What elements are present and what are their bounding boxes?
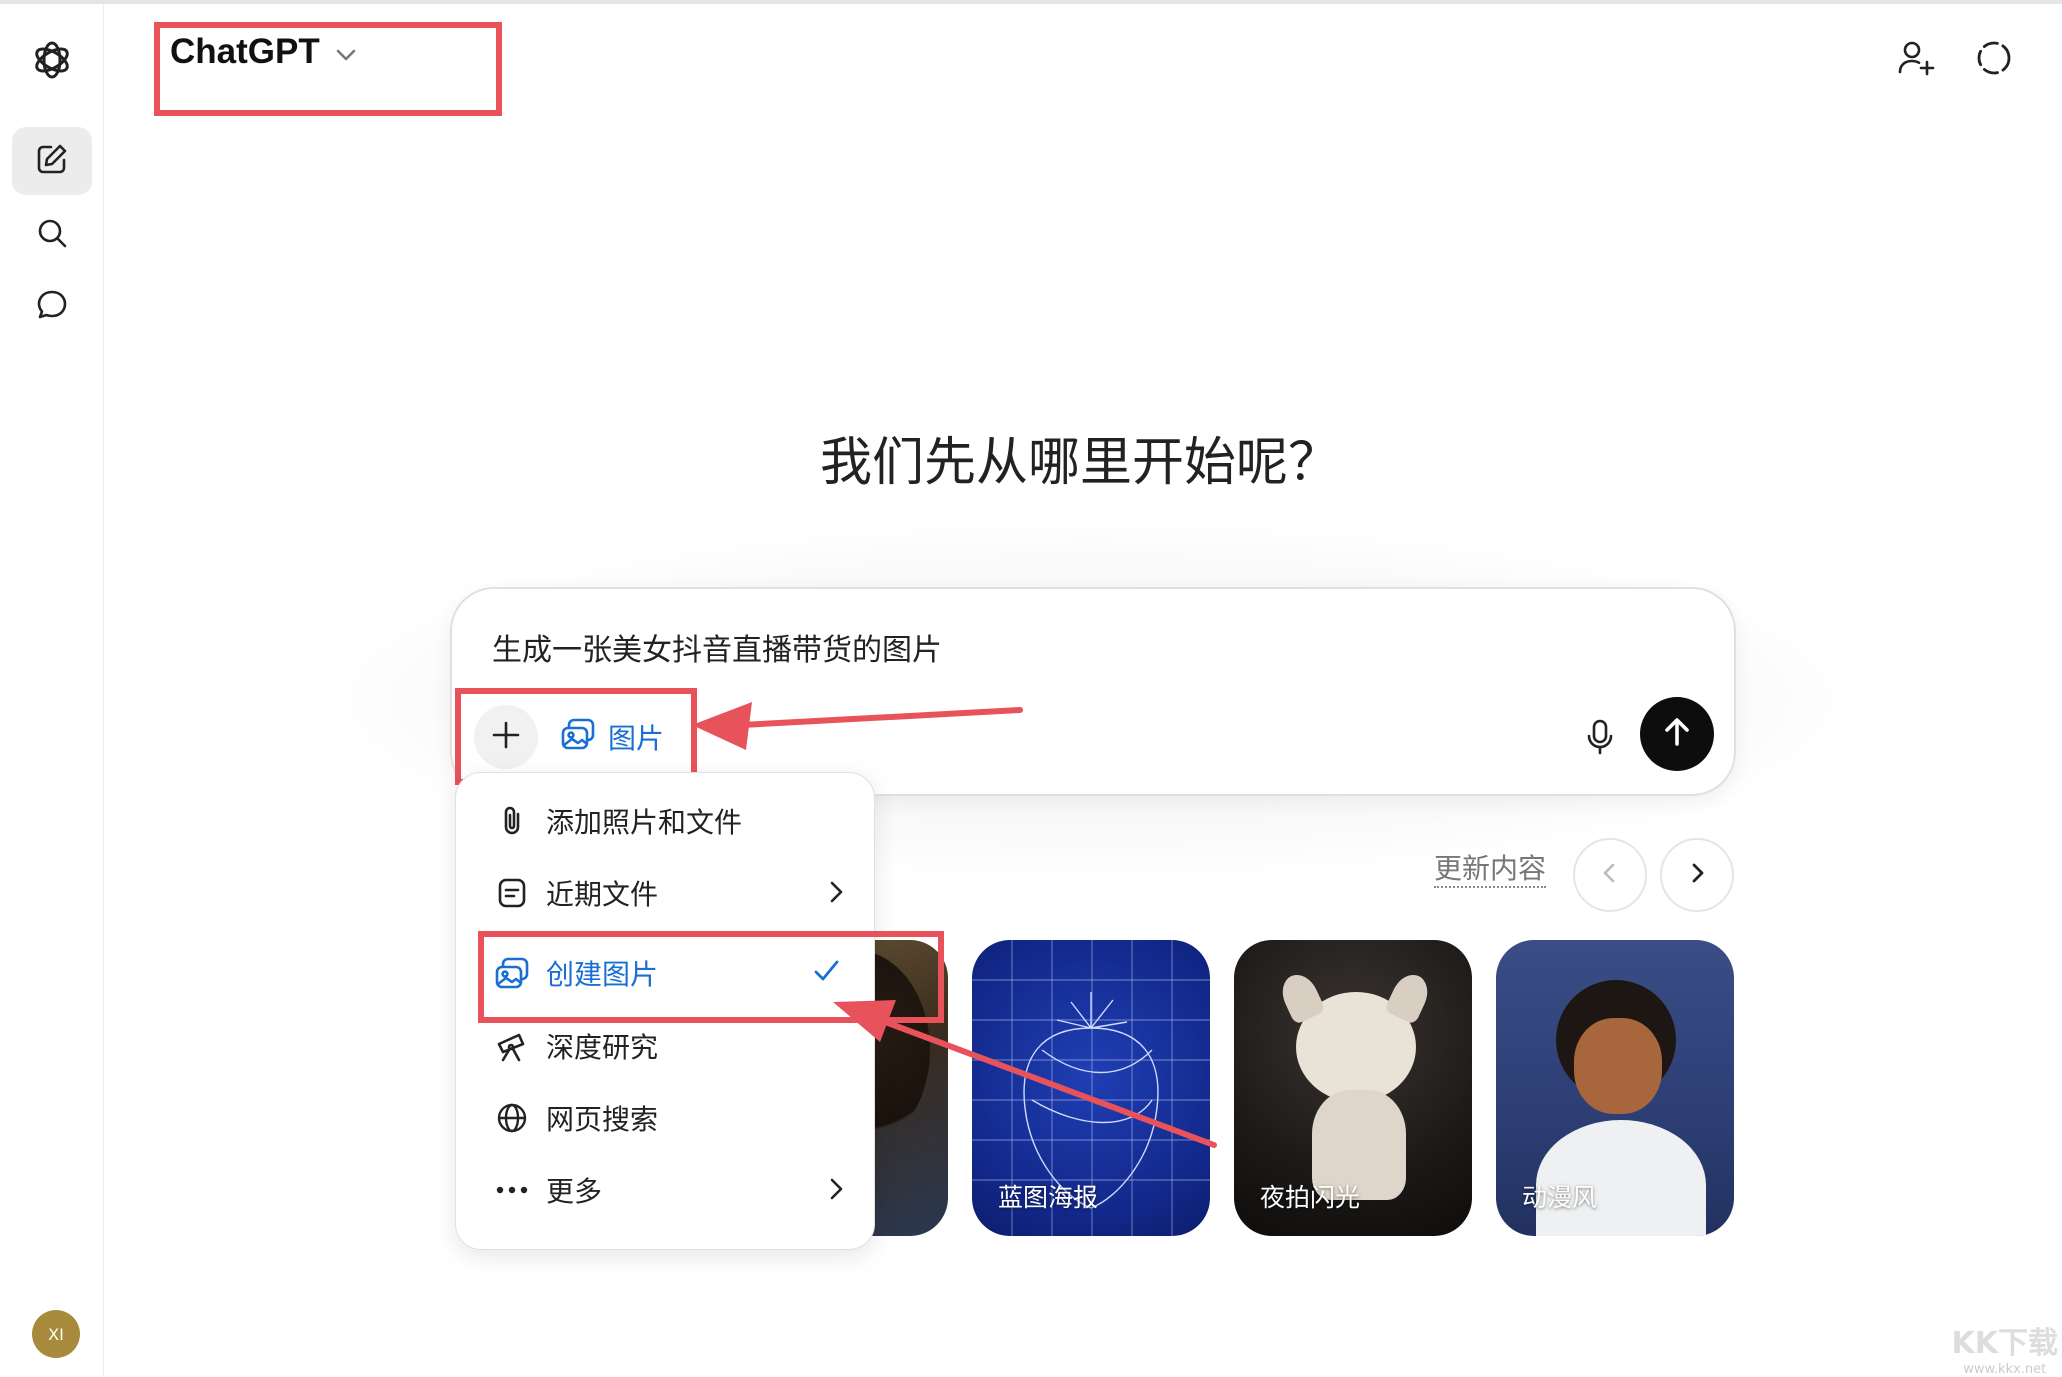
anime-face <box>1574 1018 1662 1114</box>
annotation-box-tool <box>455 688 697 785</box>
style-card-blueprint[interactable]: 蓝图海报 <box>972 940 1210 1236</box>
globe-icon <box>490 1101 534 1135</box>
chats-button[interactable] <box>12 273 92 341</box>
sidebar: XI <box>0 4 104 1376</box>
microphone-icon <box>1586 718 1614 760</box>
menu-item-recent-files[interactable]: 近期文件 <box>456 863 874 923</box>
menu-item-label: 近期文件 <box>546 878 659 911</box>
temporary-chat-button[interactable] <box>1974 38 2014 82</box>
dictate-button[interactable] <box>1576 711 1624 767</box>
window-top-border <box>0 0 2062 4</box>
chevron-right-icon <box>1685 861 1709 889</box>
add-user-button[interactable] <box>1896 38 1936 82</box>
carousel-next-button[interactable] <box>1660 838 1734 912</box>
style-card-label: 蓝图海报 <box>998 1183 1099 1212</box>
watermark-text: KK下载 <box>1951 1326 2059 1361</box>
user-avatar[interactable]: XI <box>32 1310 80 1358</box>
telescope-icon <box>490 1030 534 1062</box>
edit-icon <box>35 142 69 180</box>
carousel-prev-button[interactable] <box>1573 838 1647 912</box>
menu-item-more[interactable]: 更多 <box>456 1160 874 1220</box>
add-user-icon <box>1896 41 1936 82</box>
arrow-up-icon <box>1660 715 1694 753</box>
style-card-night-flash[interactable]: 夜拍闪光 <box>1234 940 1472 1236</box>
search-chats-button[interactable] <box>12 201 92 269</box>
document-icon <box>490 877 534 909</box>
avatar-initials: XI <box>48 1324 64 1344</box>
update-content-link[interactable]: 更新内容 <box>1434 852 1547 888</box>
chevron-right-icon <box>826 879 846 912</box>
watermark: KK下载 www.kkx.net <box>1952 1318 2059 1377</box>
model-selector[interactable]: ChatGPT <box>170 32 358 72</box>
menu-item-label: 更多 <box>546 1175 603 1208</box>
menu-item-deep-research[interactable]: 深度研究 <box>456 1016 874 1076</box>
chevron-down-icon <box>334 32 358 72</box>
menu-item-add-files[interactable]: 添加照片和文件 <box>456 791 874 851</box>
annotation-box-create-image <box>478 931 944 1023</box>
model-name: ChatGPT <box>170 32 320 71</box>
prompt-input[interactable]: 生成一张美女抖音直播带货的图片 <box>492 625 942 669</box>
style-card-anime[interactable]: 动漫风 <box>1496 940 1734 1236</box>
paperclip-icon <box>490 804 534 838</box>
menu-item-label: 添加照片和文件 <box>546 806 743 839</box>
style-card-label: 夜拍闪光 <box>1260 1183 1361 1212</box>
style-card-label: 动漫风 <box>1522 1183 1598 1212</box>
ellipsis-icon <box>490 1185 534 1195</box>
menu-item-label: 深度研究 <box>546 1031 659 1064</box>
menu-item-label: 网页搜索 <box>546 1103 659 1136</box>
send-button[interactable] <box>1640 697 1714 771</box>
chat-bubble-icon <box>35 288 69 326</box>
search-icon <box>35 216 69 254</box>
hero-title: 我们先从哪里开始呢？ <box>819 433 1340 493</box>
watermark-url: www.kkx.net <box>1963 1362 2047 1377</box>
dashed-circle-icon <box>1974 41 2014 82</box>
chevron-left-icon <box>1598 861 1622 889</box>
chevron-right-icon <box>826 1176 846 1209</box>
new-chat-button[interactable] <box>12 127 92 195</box>
openai-logo-icon[interactable] <box>30 38 74 86</box>
menu-item-web-search[interactable]: 网页搜索 <box>456 1088 874 1148</box>
